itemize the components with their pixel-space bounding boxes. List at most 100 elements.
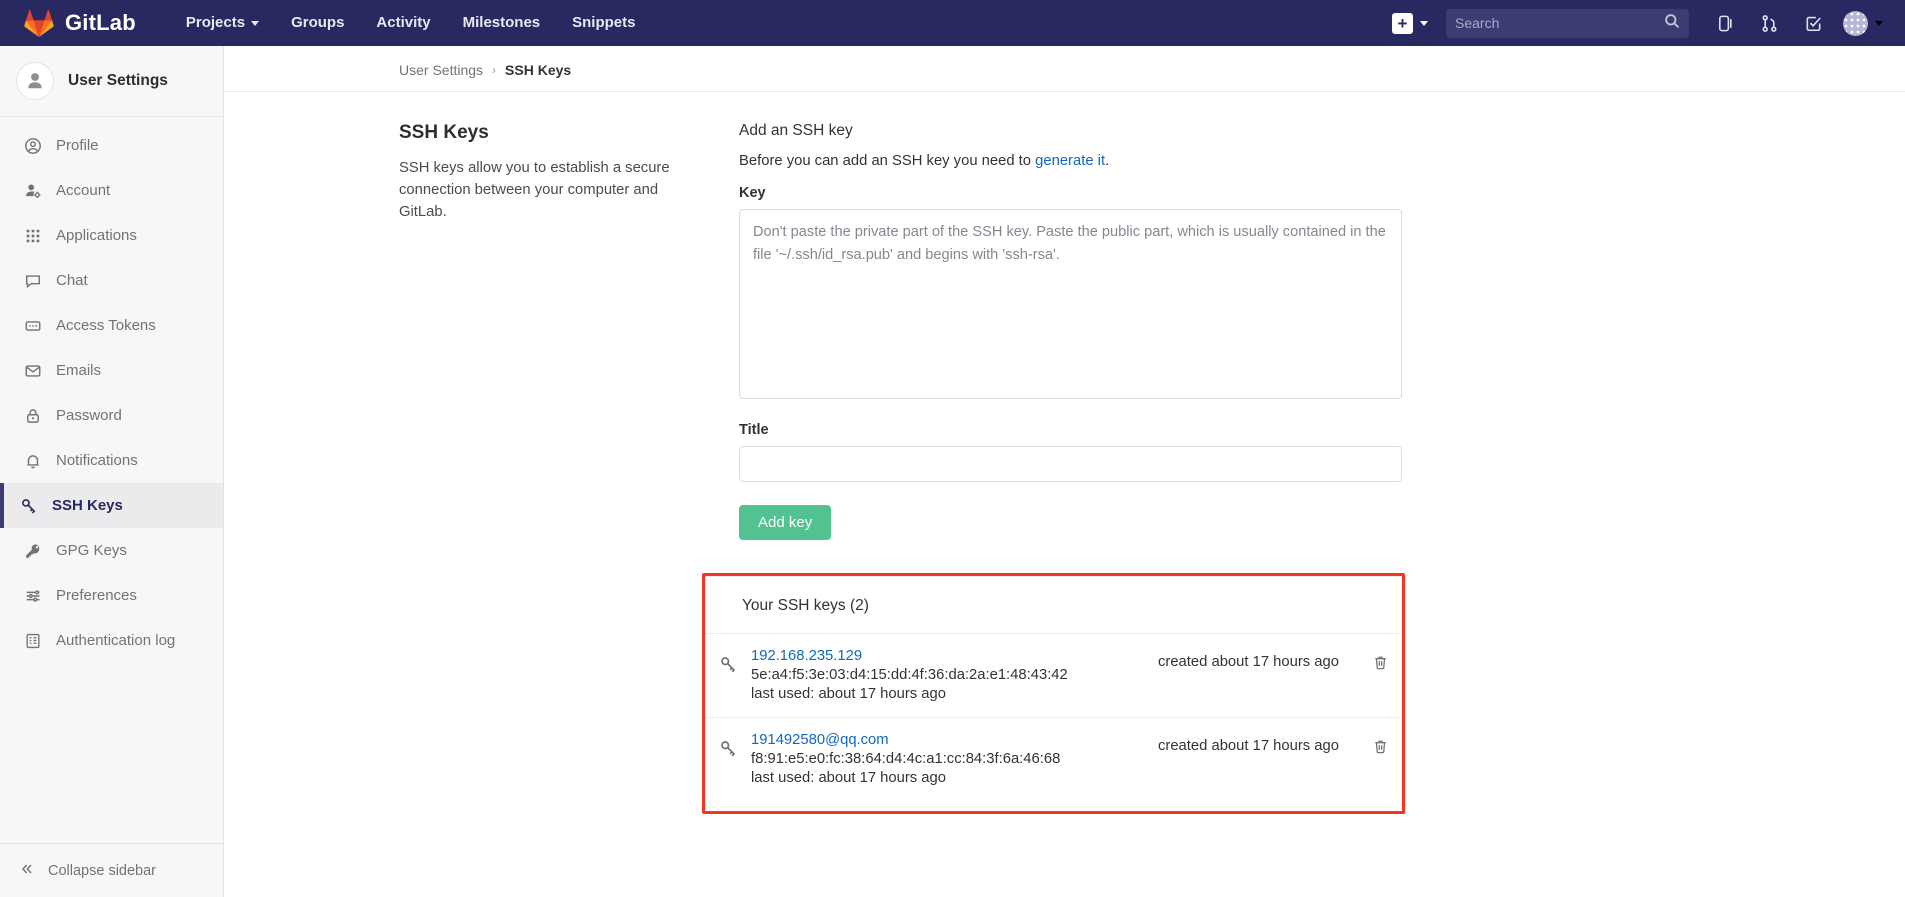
sidebar-item-label: Applications bbox=[56, 227, 137, 244]
sidebar-item-gpg-keys[interactable]: GPG Keys bbox=[0, 528, 223, 573]
trash-icon bbox=[1372, 738, 1389, 760]
nav-link-snippets[interactable]: Snippets bbox=[556, 0, 651, 46]
chevron-double-left-icon bbox=[19, 861, 35, 881]
sidebar-header[interactable]: User Settings bbox=[0, 46, 223, 117]
breadcrumb-parent[interactable]: User Settings bbox=[399, 62, 483, 78]
ssh-key-info: 191492580@qq.com f8:91:e5:e0:fc:38:64:d4… bbox=[751, 732, 1158, 786]
top-navbar: GitLab Projects Groups Activity Mileston… bbox=[0, 0, 1905, 46]
key-field-label: Key bbox=[739, 185, 766, 201]
ssh-key-info: 192.168.235.129 5e:a4:f5:3e:03:d4:15:dd:… bbox=[751, 648, 1158, 702]
search-input[interactable] bbox=[1455, 15, 1664, 31]
merge-requests-icon[interactable] bbox=[1747, 0, 1791, 46]
applications-icon bbox=[23, 227, 42, 245]
ssh-key-created: created about 17 hours ago bbox=[1158, 738, 1339, 754]
trash-icon bbox=[1372, 654, 1389, 676]
sidebar-item-preferences[interactable]: Preferences bbox=[0, 573, 223, 618]
ssh-key-delete-button[interactable] bbox=[1358, 732, 1402, 760]
gpg-keys-icon bbox=[23, 542, 42, 560]
ssh-key-title-input[interactable] bbox=[739, 446, 1402, 482]
nav-link-milestones[interactable]: Milestones bbox=[447, 0, 557, 46]
sidebar-item-label: Notifications bbox=[56, 452, 138, 469]
intro-suffix: . bbox=[1105, 153, 1110, 169]
settings-content: SSH Keys SSH keys allow you to establish… bbox=[224, 92, 1905, 814]
add-key-button[interactable]: Add key bbox=[739, 505, 832, 540]
preferences-icon bbox=[23, 587, 42, 605]
ssh-key-row: 191492580@qq.com f8:91:e5:e0:fc:38:64:d4… bbox=[705, 717, 1402, 801]
user-avatar-icon bbox=[16, 62, 54, 100]
ssh-key-last-used: last used: about 17 hours ago bbox=[751, 770, 946, 786]
user-menu-button[interactable] bbox=[1835, 10, 1883, 36]
ssh-key-last-used: last used: about 17 hours ago bbox=[751, 686, 946, 702]
ssh-keys-icon bbox=[19, 497, 38, 515]
ssh-keys-list-heading: Your SSH keys (2) bbox=[742, 597, 869, 614]
add-ssh-key-intro: Before you can add an SSH key you need t… bbox=[739, 153, 1402, 169]
sidebar-item-label: Profile bbox=[56, 137, 99, 154]
sidebar-item-authentication-log[interactable]: Authentication log bbox=[0, 618, 223, 663]
nav-link-projects[interactable]: Projects bbox=[170, 0, 275, 46]
ssh-key-delete-button[interactable] bbox=[1358, 648, 1402, 676]
todos-icon[interactable] bbox=[1791, 0, 1835, 46]
settings-form-column: Add an SSH key Before you can add an SSH… bbox=[702, 122, 1405, 814]
ssh-key-textarea[interactable] bbox=[739, 209, 1402, 399]
sidebar-item-ssh-keys[interactable]: SSH Keys bbox=[0, 483, 223, 528]
search-box[interactable] bbox=[1446, 8, 1689, 38]
nav-link-snippets-label: Snippets bbox=[572, 14, 636, 31]
sidebar-item-notifications[interactable]: Notifications bbox=[0, 438, 223, 483]
gitlab-brand-name: GitLab bbox=[65, 10, 136, 35]
sidebar-title: User Settings bbox=[68, 72, 168, 89]
primary-nav: Projects Groups Activity Milestones Snip… bbox=[170, 0, 652, 46]
account-icon bbox=[23, 182, 42, 200]
chat-icon bbox=[23, 272, 42, 290]
ssh-key-title-link[interactable]: 191492580@qq.com bbox=[751, 732, 1158, 748]
navbar-right-group: + bbox=[1382, 0, 1905, 46]
sidebar-item-label: Preferences bbox=[56, 587, 137, 604]
sidebar-item-account[interactable]: Account bbox=[0, 168, 223, 213]
nav-link-groups-label: Groups bbox=[291, 14, 345, 31]
issues-icon[interactable] bbox=[1703, 0, 1747, 46]
ssh-key-row: 192.168.235.129 5e:a4:f5:3e:03:d4:15:dd:… bbox=[705, 633, 1402, 717]
profile-icon bbox=[23, 137, 42, 155]
nav-link-milestones-label: Milestones bbox=[462, 14, 541, 31]
gitlab-logo-icon bbox=[24, 9, 54, 37]
nav-link-activity[interactable]: Activity bbox=[360, 0, 446, 46]
add-ssh-key-title: Add an SSH key bbox=[739, 122, 853, 139]
ssh-key-title-link[interactable]: 192.168.235.129 bbox=[751, 648, 1158, 664]
authentication-log-icon bbox=[23, 632, 42, 650]
gitlab-brand[interactable]: GitLab bbox=[24, 9, 136, 37]
sidebar-item-label: SSH Keys bbox=[52, 497, 123, 514]
main-content: User Settings › SSH Keys SSH Keys SSH ke… bbox=[224, 46, 1905, 897]
nav-link-projects-label: Projects bbox=[185, 14, 246, 31]
nav-link-activity-label: Activity bbox=[376, 14, 431, 31]
emails-icon bbox=[23, 362, 42, 380]
password-icon bbox=[23, 407, 42, 425]
avatar bbox=[1843, 10, 1868, 36]
intro-prefix: Before you can add an SSH key you need t… bbox=[739, 153, 1036, 169]
ssh-keys-list-inner: Your SSH keys (2) 192.168.235.129 5e:a4:… bbox=[705, 576, 1402, 801]
sidebar-item-emails[interactable]: Emails bbox=[0, 348, 223, 393]
sidebar-item-label: Account bbox=[56, 182, 111, 199]
ssh-keys-list-panel: Your SSH keys (2) 192.168.235.129 5e:a4:… bbox=[702, 573, 1405, 814]
generate-it-link[interactable]: generate it bbox=[1035, 153, 1105, 169]
key-icon bbox=[705, 648, 751, 674]
sidebar-item-access-tokens[interactable]: Access Tokens bbox=[0, 303, 223, 348]
settings-sidebar: User Settings Profile Account Applicatio… bbox=[0, 46, 224, 897]
key-icon bbox=[705, 732, 751, 758]
title-field-label: Title bbox=[739, 422, 769, 438]
new-item-button[interactable]: + bbox=[1382, 12, 1438, 34]
ssh-key-created: created about 17 hours ago bbox=[1158, 654, 1339, 670]
sidebar-item-password[interactable]: Password bbox=[0, 393, 223, 438]
sidebar-item-chat[interactable]: Chat bbox=[0, 258, 223, 303]
ssh-key-fingerprint: 5e:a4:f5:3e:03:d4:15:dd:4f:36:da:2a:e1:4… bbox=[751, 667, 1068, 683]
sidebar-item-profile[interactable]: Profile bbox=[0, 123, 223, 168]
breadcrumb: User Settings › SSH Keys bbox=[224, 46, 1905, 92]
chevron-down-icon bbox=[1875, 20, 1883, 26]
nav-link-groups[interactable]: Groups bbox=[275, 0, 360, 46]
collapse-sidebar-button[interactable]: Collapse sidebar bbox=[0, 843, 223, 897]
collapse-sidebar-label: Collapse sidebar bbox=[48, 862, 157, 879]
search-icon bbox=[1664, 13, 1680, 34]
sidebar-nav: Profile Account Applications Chat Access… bbox=[0, 117, 223, 843]
breadcrumb-current[interactable]: SSH Keys bbox=[505, 62, 571, 78]
settings-description-column: SSH Keys SSH keys allow you to establish… bbox=[399, 122, 739, 814]
notifications-icon bbox=[23, 452, 42, 470]
sidebar-item-applications[interactable]: Applications bbox=[0, 213, 223, 258]
